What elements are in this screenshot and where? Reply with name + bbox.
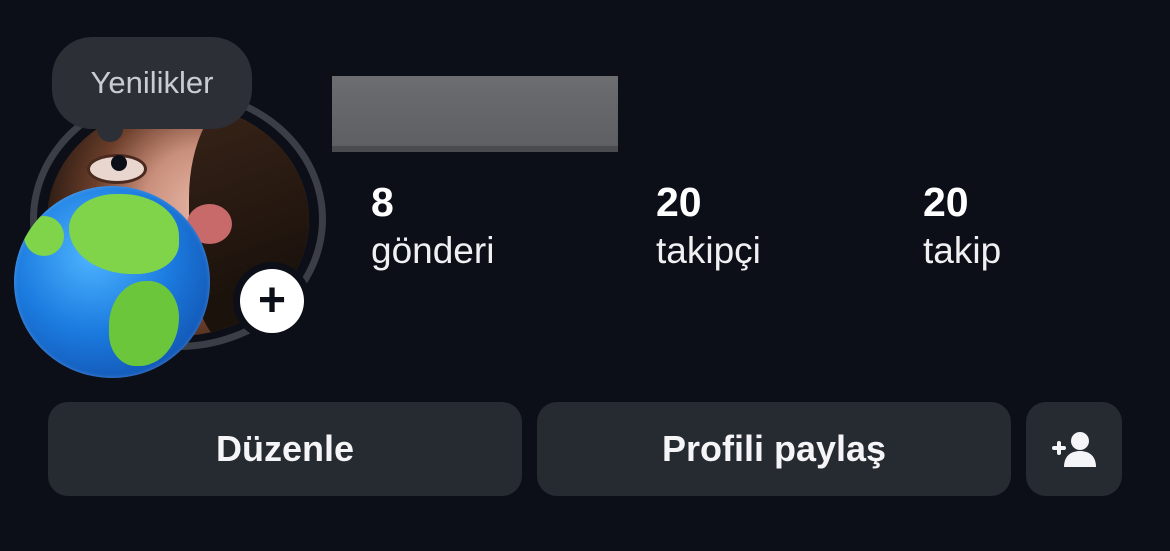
person-add-icon <box>1050 429 1098 469</box>
globe-land <box>109 281 179 366</box>
add-story-button[interactable]: + <box>233 262 311 340</box>
notes-tooltip[interactable]: Yenilikler <box>52 37 252 129</box>
share-profile-button[interactable]: Profili paylaş <box>537 402 1011 496</box>
share-profile-label: Profili paylaş <box>661 428 887 469</box>
stat-followers-value: 20 <box>656 179 702 225</box>
globe-land <box>69 194 179 274</box>
globe-land <box>24 216 64 256</box>
edit-profile-label: Düzenle <box>215 428 355 469</box>
stat-followers-label: takipçi <box>656 230 761 272</box>
plus-icon: + <box>240 269 304 333</box>
stat-following[interactable]: 20 takip <box>923 179 1002 273</box>
globe-icon <box>14 186 210 378</box>
username-redacted <box>332 76 618 152</box>
edit-profile-button[interactable]: Düzenle <box>48 402 522 496</box>
stat-posts-value: 8 <box>371 179 394 225</box>
tooltip-label: Yenilikler <box>90 65 214 100</box>
stat-posts[interactable]: 8 gönderi <box>371 179 495 273</box>
stat-posts-label: gönderi <box>371 230 495 272</box>
tooltip-pointer-dot <box>111 155 127 171</box>
stat-following-label: takip <box>923 230 1002 272</box>
stat-following-value: 20 <box>923 179 969 225</box>
stat-followers[interactable]: 20 takipçi <box>656 179 761 273</box>
discover-people-button[interactable] <box>1026 402 1122 496</box>
